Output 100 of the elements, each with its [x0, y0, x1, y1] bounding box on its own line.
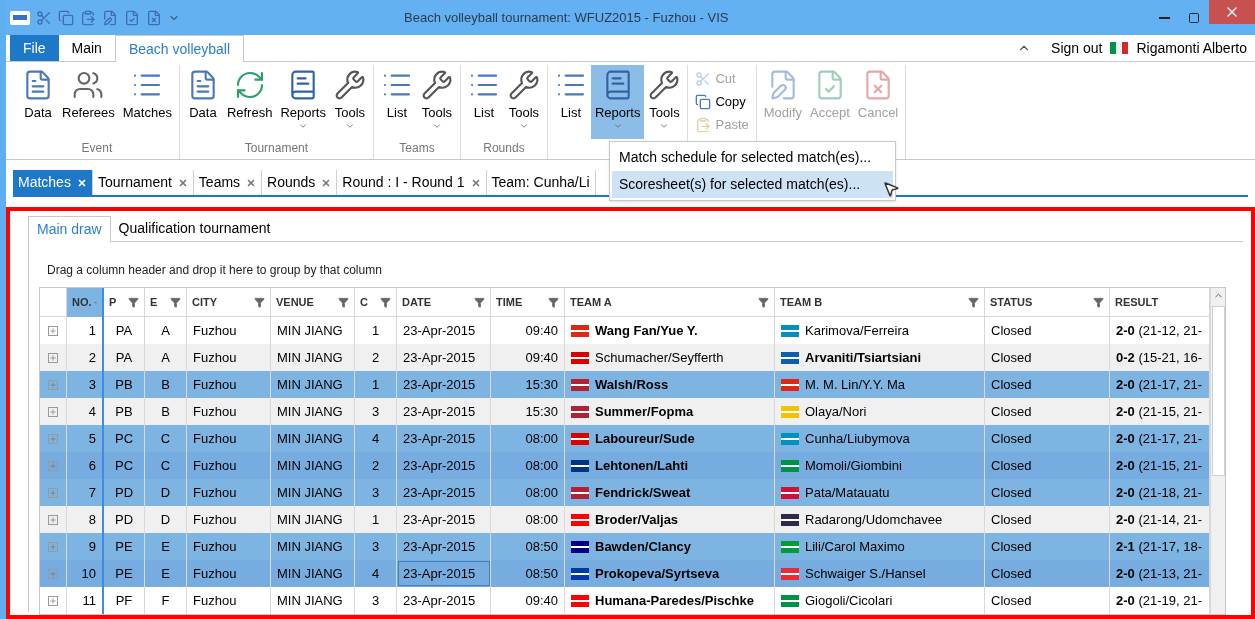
menu-item[interactable]: Scoresheet(s) for selected match(es)...	[612, 171, 893, 198]
ribbon-icon	[648, 69, 681, 101]
ribbon-icon	[695, 93, 712, 110]
filter-icon[interactable]	[254, 297, 265, 308]
table-row[interactable]: 4 PB B Fuzhou MIN JIANG 3 23-Apr-2015 15:30 Summer/Fopma Olaya/Nori Closed 2-0 (21-15, 21-	[40, 398, 1210, 425]
ribbon-tab[interactable]: File	[10, 35, 59, 61]
menu-item[interactable]: Match schedule for selected match(es)...	[612, 144, 893, 171]
expand-icon[interactable]	[48, 325, 58, 336]
table-row[interactable]: 7 PD D Fuzhou MIN JIANG 3 23-Apr-2015 08:00 Fendrick/Sweat Pata/Matauatu Closed 2-0 (21-18, 21-	[40, 479, 1210, 506]
ribbon-icon	[507, 69, 540, 101]
maximize-icon	[1188, 11, 1200, 24]
expand-icon[interactable]	[48, 595, 58, 606]
cut-icon[interactable]	[36, 9, 52, 26]
filter-icon[interactable]	[548, 297, 559, 308]
filter-icon[interactable]	[338, 297, 349, 308]
table-row[interactable]: 5 PC C Fuzhou MIN JIANG 4 23-Apr-2015 08:00 Laboureur/Sude Cunha/Liubymova Closed 2-0 (21-17, 21-	[40, 425, 1210, 452]
caret-icon	[344, 121, 355, 131]
sign-out-link[interactable]: Sign out	[1051, 37, 1103, 59]
ribbon-tab[interactable]: Beach volleyball	[114, 35, 245, 62]
document-check-icon[interactable]	[124, 9, 140, 26]
table-cell: F	[145, 587, 187, 614]
table-cell: 23-Apr-2015	[397, 587, 491, 614]
ribbon-group-label: Event	[80, 140, 114, 157]
expand-icon[interactable]	[48, 352, 58, 363]
expand-icon[interactable]	[48, 406, 58, 417]
group-by-hint: Drag a column header and drop it here to group by that column	[47, 261, 382, 279]
ribbon-button[interactable]: List	[550, 65, 591, 139]
ribbon-tab[interactable]: Main	[58, 35, 115, 61]
ribbon-button[interactable]: Tools	[416, 65, 457, 139]
flag-icon	[1110, 42, 1129, 54]
ribbon-button[interactable]: Copy	[691, 90, 753, 113]
expand-icon[interactable]	[48, 379, 58, 390]
table-cell: Closed	[985, 587, 1110, 614]
table-cell: Fuzhou	[187, 587, 271, 614]
ribbon-icon	[695, 116, 712, 133]
ribbon-button[interactable]: Reports	[276, 65, 330, 139]
ribbon-button[interactable]: List	[463, 65, 504, 139]
ribbon-button[interactable]: Tools	[503, 65, 544, 139]
app-logo-icon	[10, 10, 30, 25]
vertical-scrollbar[interactable]	[1210, 288, 1225, 614]
ribbon-button[interactable]: Reports	[590, 65, 645, 139]
table-cell: 11	[67, 587, 104, 614]
expand-icon[interactable]	[48, 433, 58, 444]
window-title: Beach volleyball tournament: WFUZ2015 - Fuzhou - VIS	[404, 8, 729, 27]
document-delete-icon[interactable]	[146, 9, 162, 26]
copy-icon[interactable]	[58, 9, 74, 26]
ribbon-button[interactable]: Refresh	[222, 65, 277, 139]
scrollbar-thumb[interactable]	[1211, 306, 1225, 476]
filter-icon[interactable]	[128, 297, 139, 308]
ribbon-button[interactable]: Data	[18, 65, 58, 139]
table-row[interactable]: 8 PD D Fuzhou MIN JIANG 1 23-Apr-2015 08:00 Broder/Valjas Radarong/Udomchavee Closed 2-0 (21-14, 21-	[40, 506, 1210, 533]
filter-icon[interactable]	[1093, 297, 1104, 308]
expand-icon[interactable]	[48, 568, 58, 579]
user-name: Rigamonti Alberto	[1136, 38, 1247, 58]
caret-icon	[298, 121, 309, 131]
ribbon-group-label: Rounds	[482, 140, 526, 157]
ribbon-button[interactable]: Tools	[644, 65, 685, 139]
table-row[interactable]: 10 PE E Fuzhou MIN JIANG 4 23-Apr-2015 08:50 Prokopeva/Syrtseva Schwaiger S./Hansel Closed 2-0 (21-13, 21-	[40, 560, 1210, 587]
paste-icon[interactable]	[80, 9, 96, 26]
ribbon-button[interactable]: Tools	[329, 65, 370, 139]
ribbon-icon	[420, 69, 453, 101]
table-row[interactable]: 2 PA A Fuzhou MIN JIANG 2 23-Apr-2015 09:40 Schumacher/Seyfferth Arvaniti/Tsiartsiani Closed 0-2 (15-21, 16-	[40, 344, 1210, 371]
ribbon-icon	[72, 69, 105, 101]
expand-icon[interactable]	[48, 487, 58, 498]
caret-icon	[518, 121, 529, 131]
table-cell: 23-Apr-2015	[397, 560, 491, 587]
filter-icon[interactable]	[380, 297, 391, 308]
view-tab[interactable]: Main draw	[28, 216, 111, 242]
filter-icon[interactable]	[170, 297, 181, 308]
view-tab[interactable]: Qualification tournament	[110, 216, 279, 241]
ribbon-group-label: Tournament	[243, 140, 310, 157]
table-row[interactable]: 3 PB B Fuzhou MIN JIANG 1 23-Apr-2015 15:30 Walsh/Ross M. M. Lin/Y.Y. Ma Closed 2-0 (21-17, 21-	[40, 371, 1210, 398]
expand-icon[interactable]	[48, 541, 58, 552]
column-header[interactable]: NO.	[67, 288, 104, 317]
table-row[interactable]: 6 PC C Fuzhou MIN JIANG 2 23-Apr-2015 08:00 Lehtonen/Lahti Momoli/Giombini Closed 2-0 (21-15, 21-	[40, 452, 1210, 479]
close-icon[interactable]	[76, 177, 87, 188]
filter-icon[interactable]	[474, 297, 485, 308]
minimize-icon	[1158, 16, 1170, 19]
table-cell: Giogoli/Cicolari	[775, 587, 985, 614]
ribbon-button[interactable]: Referees	[58, 65, 119, 139]
table-cell: MIN JIANG	[271, 587, 355, 614]
table-cell: 09:40	[491, 587, 565, 614]
filter-icon[interactable]	[968, 297, 979, 308]
close-icon[interactable]	[321, 177, 332, 188]
caret-icon	[431, 121, 442, 131]
ribbon-icon	[333, 69, 366, 101]
close-icon[interactable]	[246, 177, 257, 188]
ribbon-button[interactable]: Matches	[118, 65, 176, 139]
document-tab[interactable]: Matches	[13, 170, 93, 195]
table-cell: Humana-Paredes/Pischke	[565, 587, 775, 614]
ribbon-button[interactable]: List	[376, 65, 417, 139]
close-icon[interactable]	[177, 177, 188, 188]
table-row[interactable]: 9 PE E Fuzhou MIN JIANG 3 23-Apr-2015 08:50 Bawden/Clancy Lili/Carol Maximo Closed 2-1 (21-17, 18-	[40, 533, 1210, 560]
filter-icon[interactable]	[758, 297, 769, 308]
expand-icon[interactable]	[48, 460, 58, 471]
document-edit-icon[interactable]	[102, 9, 118, 26]
ribbon-button[interactable]: Data	[182, 65, 223, 139]
close-icon[interactable]	[470, 177, 481, 188]
expand-icon[interactable]	[48, 514, 58, 525]
caret-icon	[612, 121, 623, 131]
